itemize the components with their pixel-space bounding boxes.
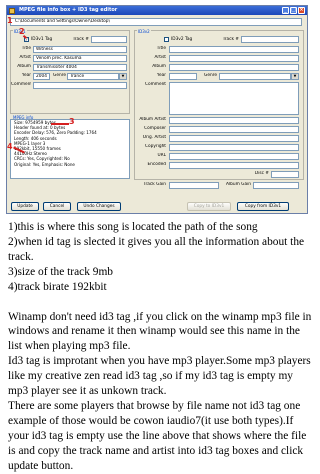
id3v2-orig-artist-field[interactable] <box>169 134 299 142</box>
id3v2-orig-artist-label: Orig. Artist <box>142 135 166 140</box>
chevron-down-icon[interactable]: ▼ <box>291 72 299 80</box>
id3v2-title-label: Title <box>156 46 166 51</box>
id3v2-encoded-label: Encoded <box>147 162 166 167</box>
id3v2-year-label: Year <box>156 73 166 78</box>
caption-paragraph: There are some players that browse by fi… <box>8 399 307 472</box>
id3v1-comment-label: Comment <box>11 82 31 87</box>
id3v2-disc-field[interactable] <box>271 170 299 178</box>
title-bar: MPEG file info box + ID3 tag editor _ □ … <box>7 6 307 15</box>
id3v1-track-field[interactable] <box>91 36 127 43</box>
id3v2-composer-field[interactable] <box>169 125 299 133</box>
id3v2-comment-field[interactable] <box>169 81 299 115</box>
caption-paragraph: Winamp don't need id3 tag ,if you click … <box>8 310 312 353</box>
app-icon <box>9 7 15 14</box>
id3v2-composer-label: Composer <box>144 126 166 131</box>
id3v1-title-label: Title <box>21 46 31 51</box>
close-icon[interactable]: × <box>298 7 305 14</box>
chevron-down-icon[interactable]: ▼ <box>119 72 127 80</box>
caption-text: 1)this is where this song is located the… <box>8 220 316 474</box>
id3v1-album-field[interactable]: Transmissiter 4004 <box>33 63 127 71</box>
album-gain-label: Album Gain <box>225 182 251 187</box>
minimize-icon[interactable]: _ <box>282 7 289 14</box>
caption-line: 1)this is where this song is located the… <box>8 221 258 233</box>
id3v2-artist-label: Artist <box>154 55 166 60</box>
copy-from-id3v1-button[interactable]: Copy from ID3v1 <box>237 202 289 211</box>
id3v1-album-label: Album <box>17 64 31 69</box>
copy-to-id3v1-button[interactable]: Copy to ID3v1 <box>187 202 231 211</box>
id3v1-track-label: Track # <box>72 36 89 42</box>
id3v2-genre-select[interactable] <box>219 72 291 80</box>
id3v2-album-artist-field[interactable] <box>169 116 299 124</box>
id3v1-artist-field[interactable]: Venom prec. Kasuma <box>33 54 127 62</box>
id3v2-copyright-field[interactable] <box>169 143 299 151</box>
id3v2-track-label: Track # <box>222 36 239 42</box>
id3v1-year-field[interactable]: 2004 <box>33 72 50 80</box>
track-gain-field[interactable] <box>169 181 219 189</box>
id3v2-comment-label: Comment <box>144 82 166 87</box>
id3v2-year-field[interactable] <box>169 72 197 80</box>
id3v2-album-label: Album <box>152 64 166 69</box>
id3v2-url-label: URL <box>157 153 166 158</box>
id3v1-tag-label: ID3v1 Tag <box>31 36 53 42</box>
undo-changes-button[interactable]: Undo Changes <box>77 202 121 211</box>
id3v2-album-field[interactable] <box>169 63 299 71</box>
caption-line: 4)track birate 192kbit <box>8 280 107 293</box>
caption-line: 2)when id tag is slected it gives you al… <box>8 235 305 263</box>
arrow-3 <box>51 123 69 125</box>
cancel-button[interactable]: Cancel <box>43 202 71 211</box>
id3v2-tag-checkbox[interactable] <box>164 37 169 42</box>
id3v1-year-label: Year <box>21 73 31 78</box>
id3v2-url-field[interactable] <box>169 152 299 160</box>
id3v2-panel-title: ID3v2 <box>137 29 151 34</box>
id3v2-tag-label: ID3v2 Tag <box>171 36 193 42</box>
mpeg-info-box: Size: 9754959 bytes Header found at: 0 b… <box>10 119 130 179</box>
track-gain-label: Track Gain <box>143 182 167 187</box>
marker-3: 3 <box>69 117 75 126</box>
caption-paragraph: Id3 tag is improtant when you have mp3 p… <box>8 355 311 398</box>
marker-1: 1 <box>7 16 13 25</box>
id3v2-disc-label: Disc # <box>254 171 269 176</box>
caption-line: 3)size of the track 9mb <box>8 265 114 278</box>
id3v1-genre-select[interactable]: Trance <box>67 72 119 80</box>
id3v1-genre-label: Genre <box>52 73 66 78</box>
window-title: MPEG file info box + ID3 tag editor <box>19 7 118 13</box>
marker-4: 4 <box>7 142 13 151</box>
maximize-icon[interactable]: □ <box>290 7 297 14</box>
id3v2-artist-field[interactable] <box>169 54 299 62</box>
id3v1-artist-label: Artist <box>19 55 31 60</box>
id3v2-genre-label: Genre <box>203 73 217 78</box>
id3v2-title-field[interactable] <box>169 45 299 53</box>
file-path-field[interactable]: C:\Documents and Settings\Owner\Desktop\ <box>10 18 302 26</box>
id3v2-track-field[interactable] <box>241 36 299 43</box>
id3v2-copyright-label: Copyright <box>145 144 166 149</box>
id3-editor-window: MPEG file info box + ID3 tag editor _ □ … <box>6 5 308 214</box>
id3v2-album-artist-label: Album Artist <box>139 117 166 122</box>
id3v2-encoded-field[interactable] <box>169 161 299 169</box>
update-button[interactable]: Update <box>11 202 39 211</box>
mpeg-info-line: Original: Yes, Emphasis: None <box>14 161 75 167</box>
album-gain-field[interactable] <box>253 181 299 189</box>
id3v1-title-field[interactable]: Witness <box>33 45 127 53</box>
id3v1-comment-field[interactable] <box>33 81 127 89</box>
